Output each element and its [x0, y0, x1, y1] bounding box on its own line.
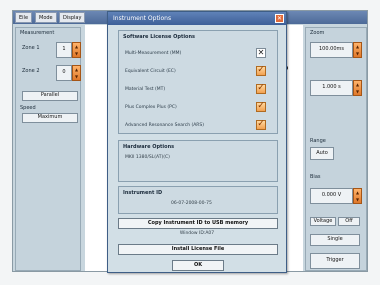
instrument-id-value: 06-07-2008-00-75 [171, 201, 212, 206]
menu-display[interactable]: Display [59, 12, 86, 23]
option-label-pc: Plus Complex Plus (PC) [125, 105, 177, 110]
software-options-section: Software License Options Multi-Measureme… [118, 30, 278, 134]
zone1-label: Zone 1 [22, 45, 40, 51]
copy-instrument-id-button[interactable]: Copy Instrument ID to USB memory [118, 218, 278, 229]
zone2-field[interactable]: 0 [56, 65, 72, 81]
install-license-button[interactable]: Install License File [118, 244, 278, 255]
menu-mode[interactable]: Mode [35, 12, 57, 23]
checkbox-pc[interactable]: ✓ [256, 101, 266, 112]
dialog-title: Instrument Options [108, 12, 286, 25]
zoom-stepper-2[interactable]: ▲ ▼ [353, 80, 362, 96]
zone2-label: Zone 2 [22, 68, 40, 74]
measurement-label: Measurement [20, 30, 55, 36]
hardware-options-section: Hardware Options MKII 1380/SL(AT)(C) [118, 140, 278, 182]
voltage-button[interactable]: Voltage [310, 217, 336, 226]
option-label-ars: Advanced Resonance Search (ARS) [125, 123, 205, 128]
trigger-button[interactable]: Trigger [310, 253, 360, 269]
hardware-options-title: Hardware Options [123, 144, 175, 150]
ok-button[interactable]: OK [172, 260, 224, 271]
bias-stepper[interactable]: ▲ ▼ [353, 188, 362, 204]
checkbox-mm[interactable]: ✕ [256, 48, 266, 58]
software-options-title: Software License Options [123, 34, 196, 40]
bias-label: Bias [310, 174, 321, 180]
range-label: Range [310, 138, 326, 144]
bias-field[interactable]: 0.000 V [310, 188, 353, 204]
speed-label: Speed [20, 105, 36, 111]
zone1-field[interactable]: 1 [56, 42, 72, 58]
instrument-id-section: Instrument ID 06-07-2008-00-75 [118, 186, 278, 214]
option-label-ec: Equivalent Circuit (EC) [125, 69, 176, 74]
instrument-id-title: Instrument ID [123, 190, 163, 196]
off-button[interactable]: Off [338, 217, 360, 226]
zoom-field-2[interactable]: 1.000 s [310, 80, 353, 96]
left-panel: Measurement Zone 1 1 ▲ ▼ Zone 2 0 ▲ ▼ Para… [15, 27, 81, 271]
single-button[interactable]: Single [310, 234, 360, 246]
checkbox-ars[interactable]: ✓ [256, 119, 266, 130]
window-id-text: Window ID:A07 [179, 231, 215, 236]
option-label-mm: Multi-Measurement (MM) [125, 51, 182, 56]
zoom-field-1[interactable]: 100.00ms [310, 42, 353, 58]
zoom-stepper-1[interactable]: ▲ ▼ [353, 42, 362, 58]
zone1-stepper[interactable]: ▲ ▼ [72, 42, 81, 58]
close-icon[interactable]: ✕ [275, 14, 284, 23]
zone2-stepper[interactable]: ▲ ▼ [72, 65, 81, 81]
checkbox-ec[interactable]: ✓ [256, 65, 266, 76]
speed-button[interactable]: Maximum [22, 113, 78, 123]
range-button[interactable]: Auto [310, 147, 334, 160]
parallel-button[interactable]: Parallel [22, 91, 78, 101]
checkbox-mt[interactable]: ✓ [256, 83, 266, 94]
hardware-options-value: MKII 1380/SL(AT)(C) [125, 155, 170, 160]
zoom-label: Zoom [310, 30, 325, 36]
menu-file[interactable]: Eile [15, 12, 33, 23]
instrument-options-dialog: Instrument Options ✕ Software License Op… [107, 11, 287, 273]
right-panel: Zoom 100.00ms ▲ ▼ 1.000 s ▲ ▼ Range Auto B… [305, 27, 367, 271]
option-label-mt: Material Test (MT) [125, 87, 166, 92]
